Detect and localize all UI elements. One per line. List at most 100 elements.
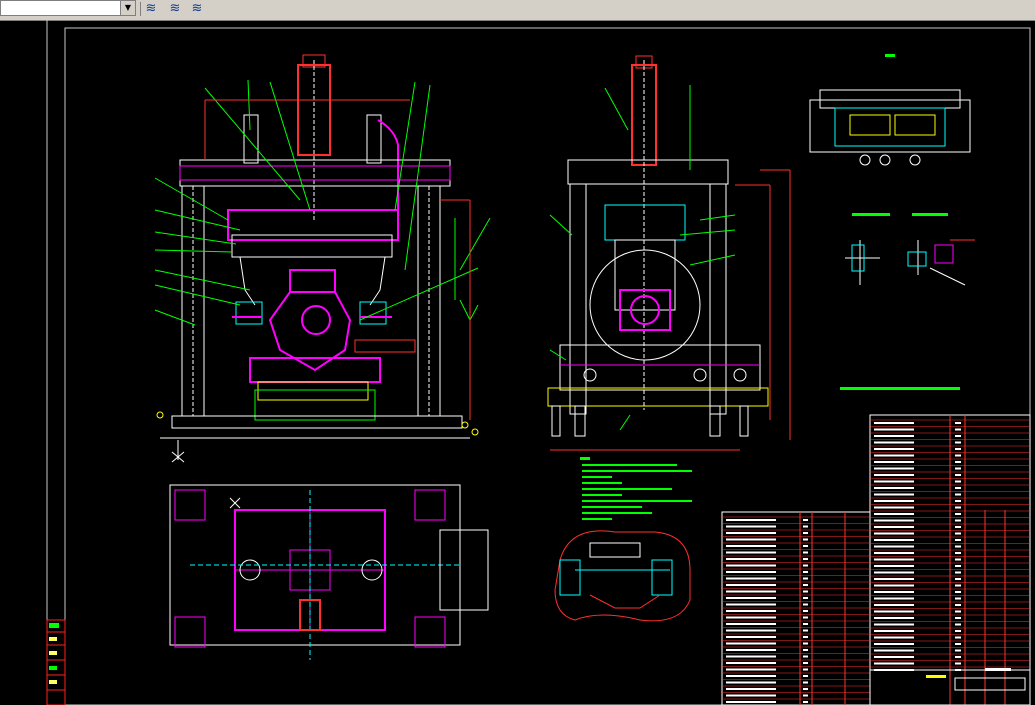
bom-row-text bbox=[726, 681, 776, 684]
bom-row-text bbox=[874, 435, 914, 437]
front-view bbox=[154, 54, 491, 439]
bom-row-text bbox=[874, 506, 914, 509]
bom-row-text bbox=[874, 552, 914, 554]
bom-row-text bbox=[803, 532, 808, 534]
bom-row-text bbox=[874, 454, 914, 457]
bom-row-text bbox=[955, 480, 961, 483]
bom-row-text bbox=[874, 480, 914, 483]
bom-row-text bbox=[803, 701, 808, 703]
bom-row-text bbox=[955, 545, 961, 548]
bom-row-text bbox=[874, 474, 914, 476]
bom-row-text bbox=[803, 662, 808, 664]
bom-row-text bbox=[874, 467, 914, 470]
bom-row-text bbox=[874, 422, 914, 424]
bom-row-text bbox=[955, 532, 961, 535]
bom-row-text bbox=[874, 604, 914, 606]
bom-row-text bbox=[803, 681, 808, 684]
bom-row-text bbox=[955, 623, 961, 626]
bom-row-text bbox=[955, 435, 961, 437]
bom-row-text bbox=[874, 584, 914, 587]
bom-row-text bbox=[803, 623, 808, 625]
bom-row-text bbox=[955, 552, 961, 554]
bom-row-text bbox=[874, 565, 914, 567]
bom-row-text bbox=[955, 597, 961, 600]
bom-row-text bbox=[874, 656, 914, 658]
bom-row-text bbox=[726, 616, 776, 619]
view-separator bbox=[171, 440, 185, 463]
detail-sections bbox=[840, 213, 975, 390]
bom-row-text bbox=[803, 688, 808, 690]
bom-row-text bbox=[803, 675, 808, 677]
detail-bottom-center bbox=[554, 530, 691, 622]
bom-row-text bbox=[874, 526, 914, 528]
bom-row-text bbox=[955, 513, 961, 515]
make-object-layer-current-icon[interactable]: ≋ bbox=[188, 0, 206, 18]
bom-row-text bbox=[726, 584, 776, 586]
bom-row-text bbox=[726, 538, 776, 541]
bom-row-text bbox=[726, 558, 776, 560]
bom-row-text bbox=[803, 603, 808, 606]
bom-row-text bbox=[874, 500, 914, 502]
bom-row-text bbox=[955, 454, 961, 457]
bom-row-text bbox=[726, 662, 776, 664]
bom-row-text bbox=[874, 610, 914, 613]
bom-row-text bbox=[726, 532, 776, 534]
bom-row-text bbox=[726, 590, 776, 593]
bom-row-text bbox=[955, 422, 961, 424]
side-view bbox=[547, 55, 791, 451]
bom-row-text bbox=[955, 584, 961, 587]
bom-row-text bbox=[955, 662, 961, 665]
layer-properties-icon[interactable]: ≋ bbox=[142, 0, 160, 18]
toolbar-separator bbox=[140, 2, 141, 16]
bom-row-text bbox=[955, 519, 961, 522]
bom-row-text bbox=[955, 506, 961, 509]
bom-row-text bbox=[955, 526, 961, 528]
bom-row-text bbox=[726, 694, 776, 697]
bom-row-text bbox=[955, 656, 961, 658]
bom-row-text bbox=[874, 519, 914, 522]
bom-row-text bbox=[803, 577, 808, 580]
bom-row-text bbox=[803, 545, 808, 547]
bom-row-text bbox=[874, 649, 914, 652]
bom-row-text bbox=[955, 474, 961, 476]
layer-dropdown[interactable]: ▼ bbox=[0, 0, 136, 16]
bom-row-text bbox=[726, 603, 776, 606]
drawing-canvas[interactable] bbox=[0, 20, 1035, 705]
bom-row-text bbox=[874, 461, 914, 463]
bom-row-text bbox=[803, 636, 808, 638]
bom-row-text bbox=[874, 513, 914, 515]
layer-previous-icon[interactable]: ≋ bbox=[166, 0, 184, 18]
bom-row-text bbox=[874, 636, 914, 639]
bom-row-text bbox=[955, 461, 961, 463]
bom-row-text bbox=[726, 610, 776, 612]
bom-row-text bbox=[874, 539, 914, 541]
bom-row-text bbox=[874, 448, 914, 450]
bom-row-text bbox=[803, 629, 808, 632]
bom-row-text bbox=[874, 532, 914, 535]
chevron-down-icon[interactable]: ▼ bbox=[120, 1, 135, 15]
bom-row-text bbox=[955, 448, 961, 450]
bom-row-text bbox=[726, 564, 776, 567]
bom-row-text bbox=[726, 525, 776, 528]
bom-row-text bbox=[955, 565, 961, 567]
bom-row-text bbox=[726, 551, 776, 554]
bom-row-text bbox=[874, 487, 914, 489]
bom-row-text bbox=[803, 610, 808, 612]
bom-row-text bbox=[726, 545, 776, 547]
bom-row-text bbox=[955, 428, 961, 431]
bom-row-text bbox=[726, 571, 776, 573]
bom-row-text bbox=[803, 584, 808, 586]
bom-row-text bbox=[726, 577, 776, 580]
bom-row-text bbox=[803, 694, 808, 697]
bom-row-text bbox=[726, 655, 776, 658]
bom-row-text bbox=[874, 545, 914, 548]
bom-row-text bbox=[803, 668, 808, 671]
bom-row-text bbox=[874, 428, 914, 431]
bom-row-text bbox=[726, 597, 776, 599]
bom-row-text bbox=[726, 688, 776, 690]
bom-row-text bbox=[955, 643, 961, 645]
bom-row-text bbox=[726, 636, 776, 638]
bom-row-text bbox=[803, 525, 808, 528]
bom-row-text bbox=[726, 668, 776, 671]
technical-notes bbox=[580, 457, 692, 520]
